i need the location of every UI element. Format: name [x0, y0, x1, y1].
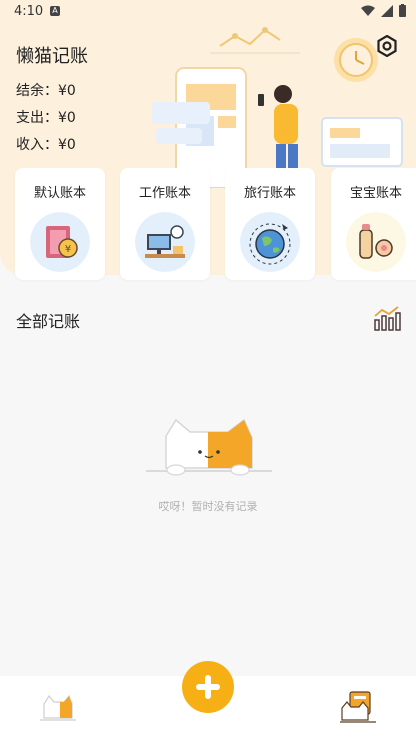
app-title: 懒猫记账 — [16, 46, 88, 67]
money-book-icon: ¥ — [30, 212, 90, 272]
status-time: 4:10 — [14, 4, 44, 19]
book-card-default[interactable]: 默认账本 ¥ — [15, 168, 105, 280]
globe-plane-icon — [240, 212, 300, 272]
book-card-baby[interactable]: 宝宝账本 — [331, 168, 416, 280]
empty-state-message: 哎呀！暂时没有记录 — [158, 500, 258, 513]
book-card-label: 默认账本 — [33, 186, 86, 201]
expense-stat: 支出：¥0 — [16, 110, 76, 126]
notification-icon: A — [50, 6, 60, 16]
section-title-all-records: 全部记账 — [16, 312, 81, 331]
bar-chart-icon[interactable] — [372, 304, 402, 332]
home-cat-icon[interactable] — [40, 692, 76, 724]
book-card-label: 工作账本 — [138, 186, 191, 201]
computer-desk-icon — [135, 212, 195, 272]
ledger-cat-icon[interactable] — [340, 690, 376, 724]
income-stat: 收入：¥0 — [16, 137, 76, 153]
book-card-work[interactable]: 工作账本 — [120, 168, 210, 280]
book-card-travel[interactable]: 旅行账本 — [225, 168, 315, 280]
balance-stat: 结余：¥0 — [16, 83, 76, 99]
account-book-list: 默认账本 ¥ 工作账本 旅行账本 宝宝账本 — [0, 168, 416, 282]
svg-text:¥: ¥ — [65, 244, 71, 255]
hero-illustration — [152, 27, 403, 188]
book-card-label: 宝宝账本 — [349, 186, 402, 201]
status-icons — [361, 4, 406, 17]
book-card-label: 旅行账本 — [243, 186, 296, 201]
signal-icon — [381, 4, 393, 17]
settings-gear-icon[interactable] — [376, 35, 398, 57]
empty-cat-illustration — [146, 418, 272, 476]
add-record-button[interactable] — [182, 661, 234, 713]
plus-icon — [196, 675, 220, 699]
wifi-icon — [361, 5, 375, 16]
baby-bottle-icon — [346, 212, 406, 272]
battery-icon — [399, 4, 406, 17]
